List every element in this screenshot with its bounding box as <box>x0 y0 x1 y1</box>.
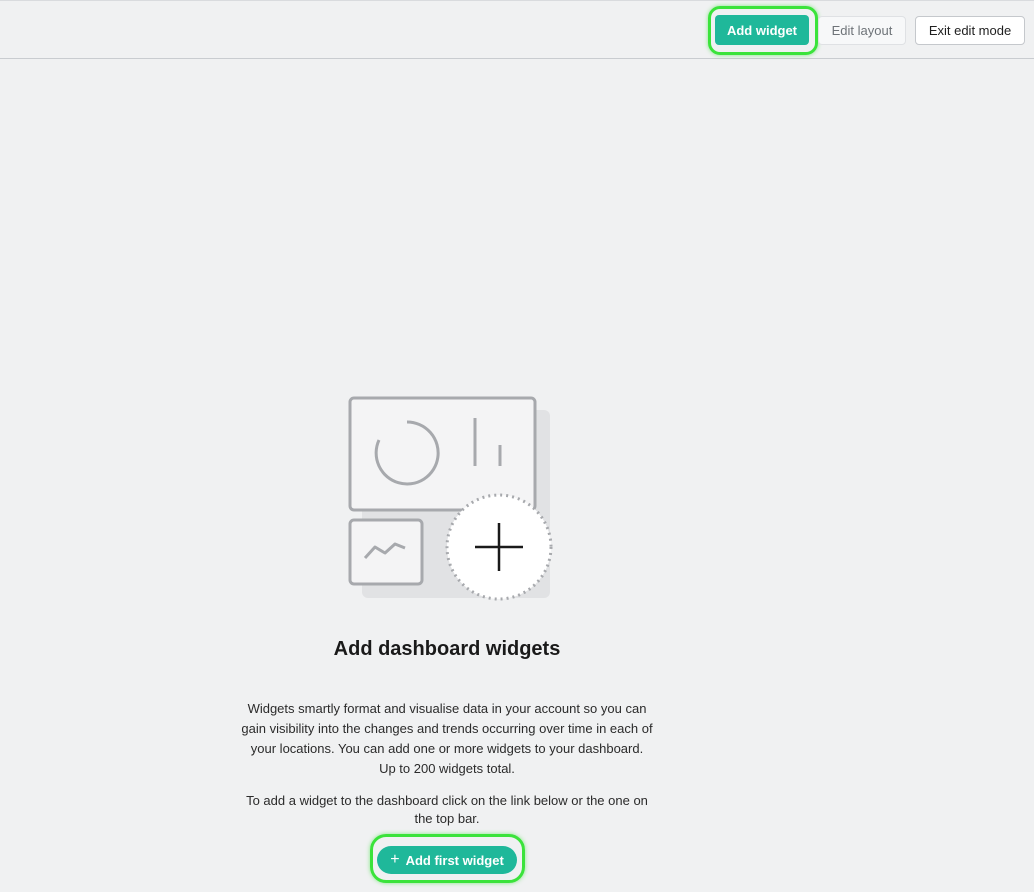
description-line: Up to 200 widgets total. <box>379 761 515 776</box>
add-first-widget-label: Add first widget <box>405 852 504 868</box>
top-toolbar: Add widget Edit layout Exit edit mode <box>0 0 1034 59</box>
plus-icon: + <box>390 851 400 868</box>
empty-state-description: Widgets smartly format and visualise dat… <box>232 699 662 779</box>
add-first-widget-button[interactable]: + Add first widget <box>377 846 517 874</box>
empty-state-hint: To add a widget to the dashboard click o… <box>232 792 662 828</box>
empty-state-title: Add dashboard widgets <box>333 638 561 660</box>
description-line: gain visibility into the changes and tre… <box>241 721 653 736</box>
description-line: Widgets smartly format and visualise dat… <box>247 701 647 716</box>
description-line: your locations. You can add one or more … <box>250 741 644 756</box>
edit-layout-button[interactable]: Edit layout <box>818 16 906 45</box>
exit-edit-mode-button[interactable]: Exit edit mode <box>915 16 1025 45</box>
hint-line: To add a widget to the dashboard click o… <box>246 793 648 808</box>
dashboard-widgets-illustration-icon <box>340 392 560 606</box>
add-widget-button[interactable]: Add widget <box>715 15 809 45</box>
hint-line: the top bar. <box>414 811 480 826</box>
